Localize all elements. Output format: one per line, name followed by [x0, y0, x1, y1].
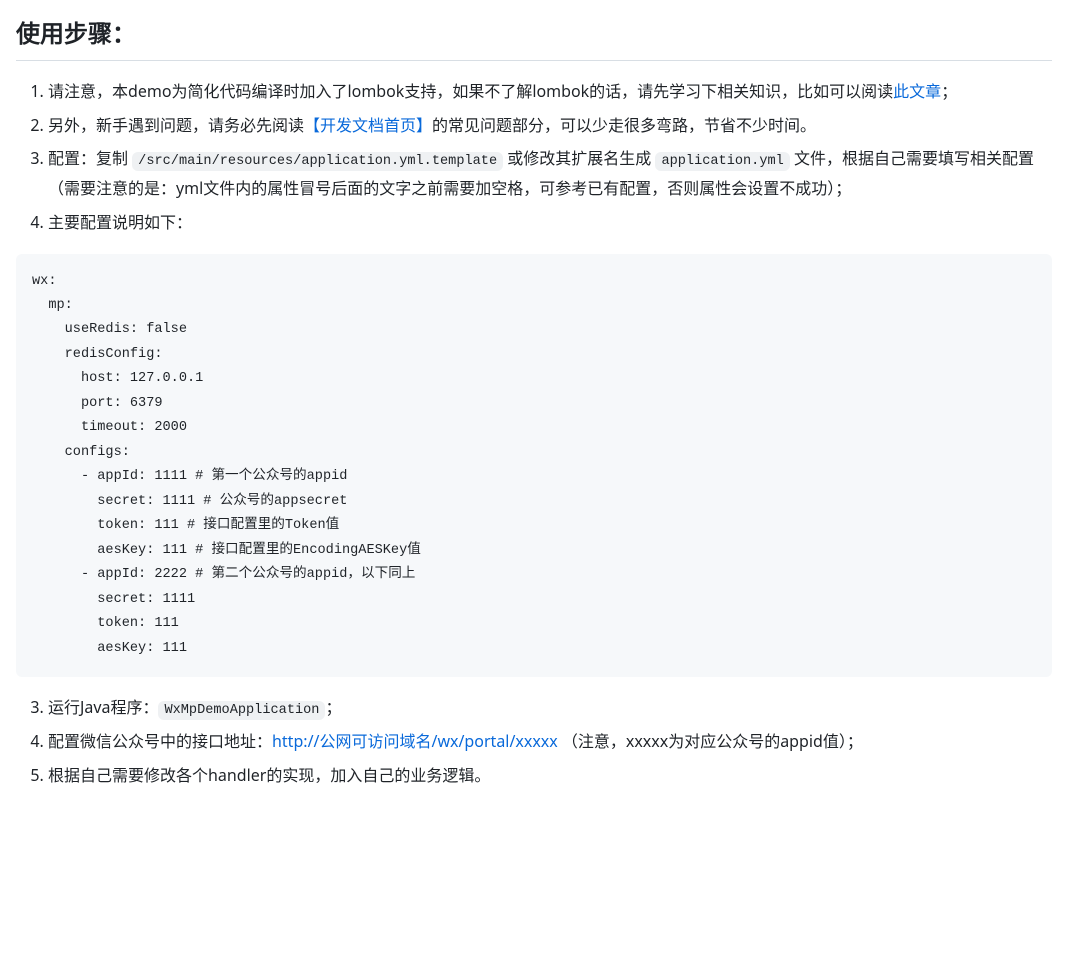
text: 主要配置说明如下：	[48, 211, 192, 233]
text: （注意，xxxxx为对应公众号的appid值）；	[558, 730, 863, 752]
text: ；	[941, 80, 957, 102]
code-content: wx: mp: useRedis: false redisConfig: hos…	[32, 270, 1036, 662]
page-heading: 使用步骤：	[16, 16, 1052, 61]
code-block-yml-config: wx: mp: useRedis: false redisConfig: hos…	[16, 254, 1052, 678]
steps-list-1: 请注意，本demo为简化代码编译时加入了lombok支持，如果不了解lombok…	[16, 77, 1052, 238]
code-template-path: /src/main/resources/application.yml.temp…	[132, 152, 503, 171]
link-lombok-article[interactable]: 此文章	[893, 80, 941, 102]
text: 的常见问题部分，可以少走很多弯路，节省不少时间。	[432, 114, 816, 136]
text: 根据自己需要修改各个handler的实现，加入自己的业务逻辑。	[48, 764, 490, 786]
link-dev-docs-home[interactable]: 【开发文档首页】	[304, 114, 432, 136]
list-item: 主要配置说明如下：	[48, 208, 1052, 238]
text: 配置微信公众号中的接口地址：	[48, 730, 272, 752]
code-wxmp-demo-application: WxMpDemoApplication	[158, 701, 325, 720]
list-item: 配置：复制 /src/main/resources/application.ym…	[48, 144, 1052, 204]
text: 或修改其扩展名生成	[503, 147, 655, 169]
list-item: 请注意，本demo为简化代码编译时加入了lombok支持，如果不了解lombok…	[48, 77, 1052, 107]
code-application-yml: application.yml	[655, 152, 789, 171]
list-item: 运行Java程序：WxMpDemoApplication；	[48, 693, 1052, 723]
text: 运行Java程序：	[48, 696, 158, 718]
text: 另外，新手遇到问题，请务必先阅读	[48, 114, 304, 136]
text: ；	[325, 696, 341, 718]
link-endpoint-url[interactable]: http://公网可访问域名/wx/portal/xxxxx	[272, 730, 558, 752]
list-item: 配置微信公众号中的接口地址：http://公网可访问域名/wx/portal/x…	[48, 727, 1052, 757]
steps-list-2: 运行Java程序：WxMpDemoApplication； 配置微信公众号中的接…	[16, 693, 1052, 790]
list-item: 另外，新手遇到问题，请务必先阅读【开发文档首页】的常见问题部分，可以少走很多弯路…	[48, 111, 1052, 141]
list-item: 根据自己需要修改各个handler的实现，加入自己的业务逻辑。	[48, 761, 1052, 791]
text: 配置：复制	[48, 147, 132, 169]
text: 请注意，本demo为简化代码编译时加入了lombok支持，如果不了解lombok…	[48, 80, 893, 102]
